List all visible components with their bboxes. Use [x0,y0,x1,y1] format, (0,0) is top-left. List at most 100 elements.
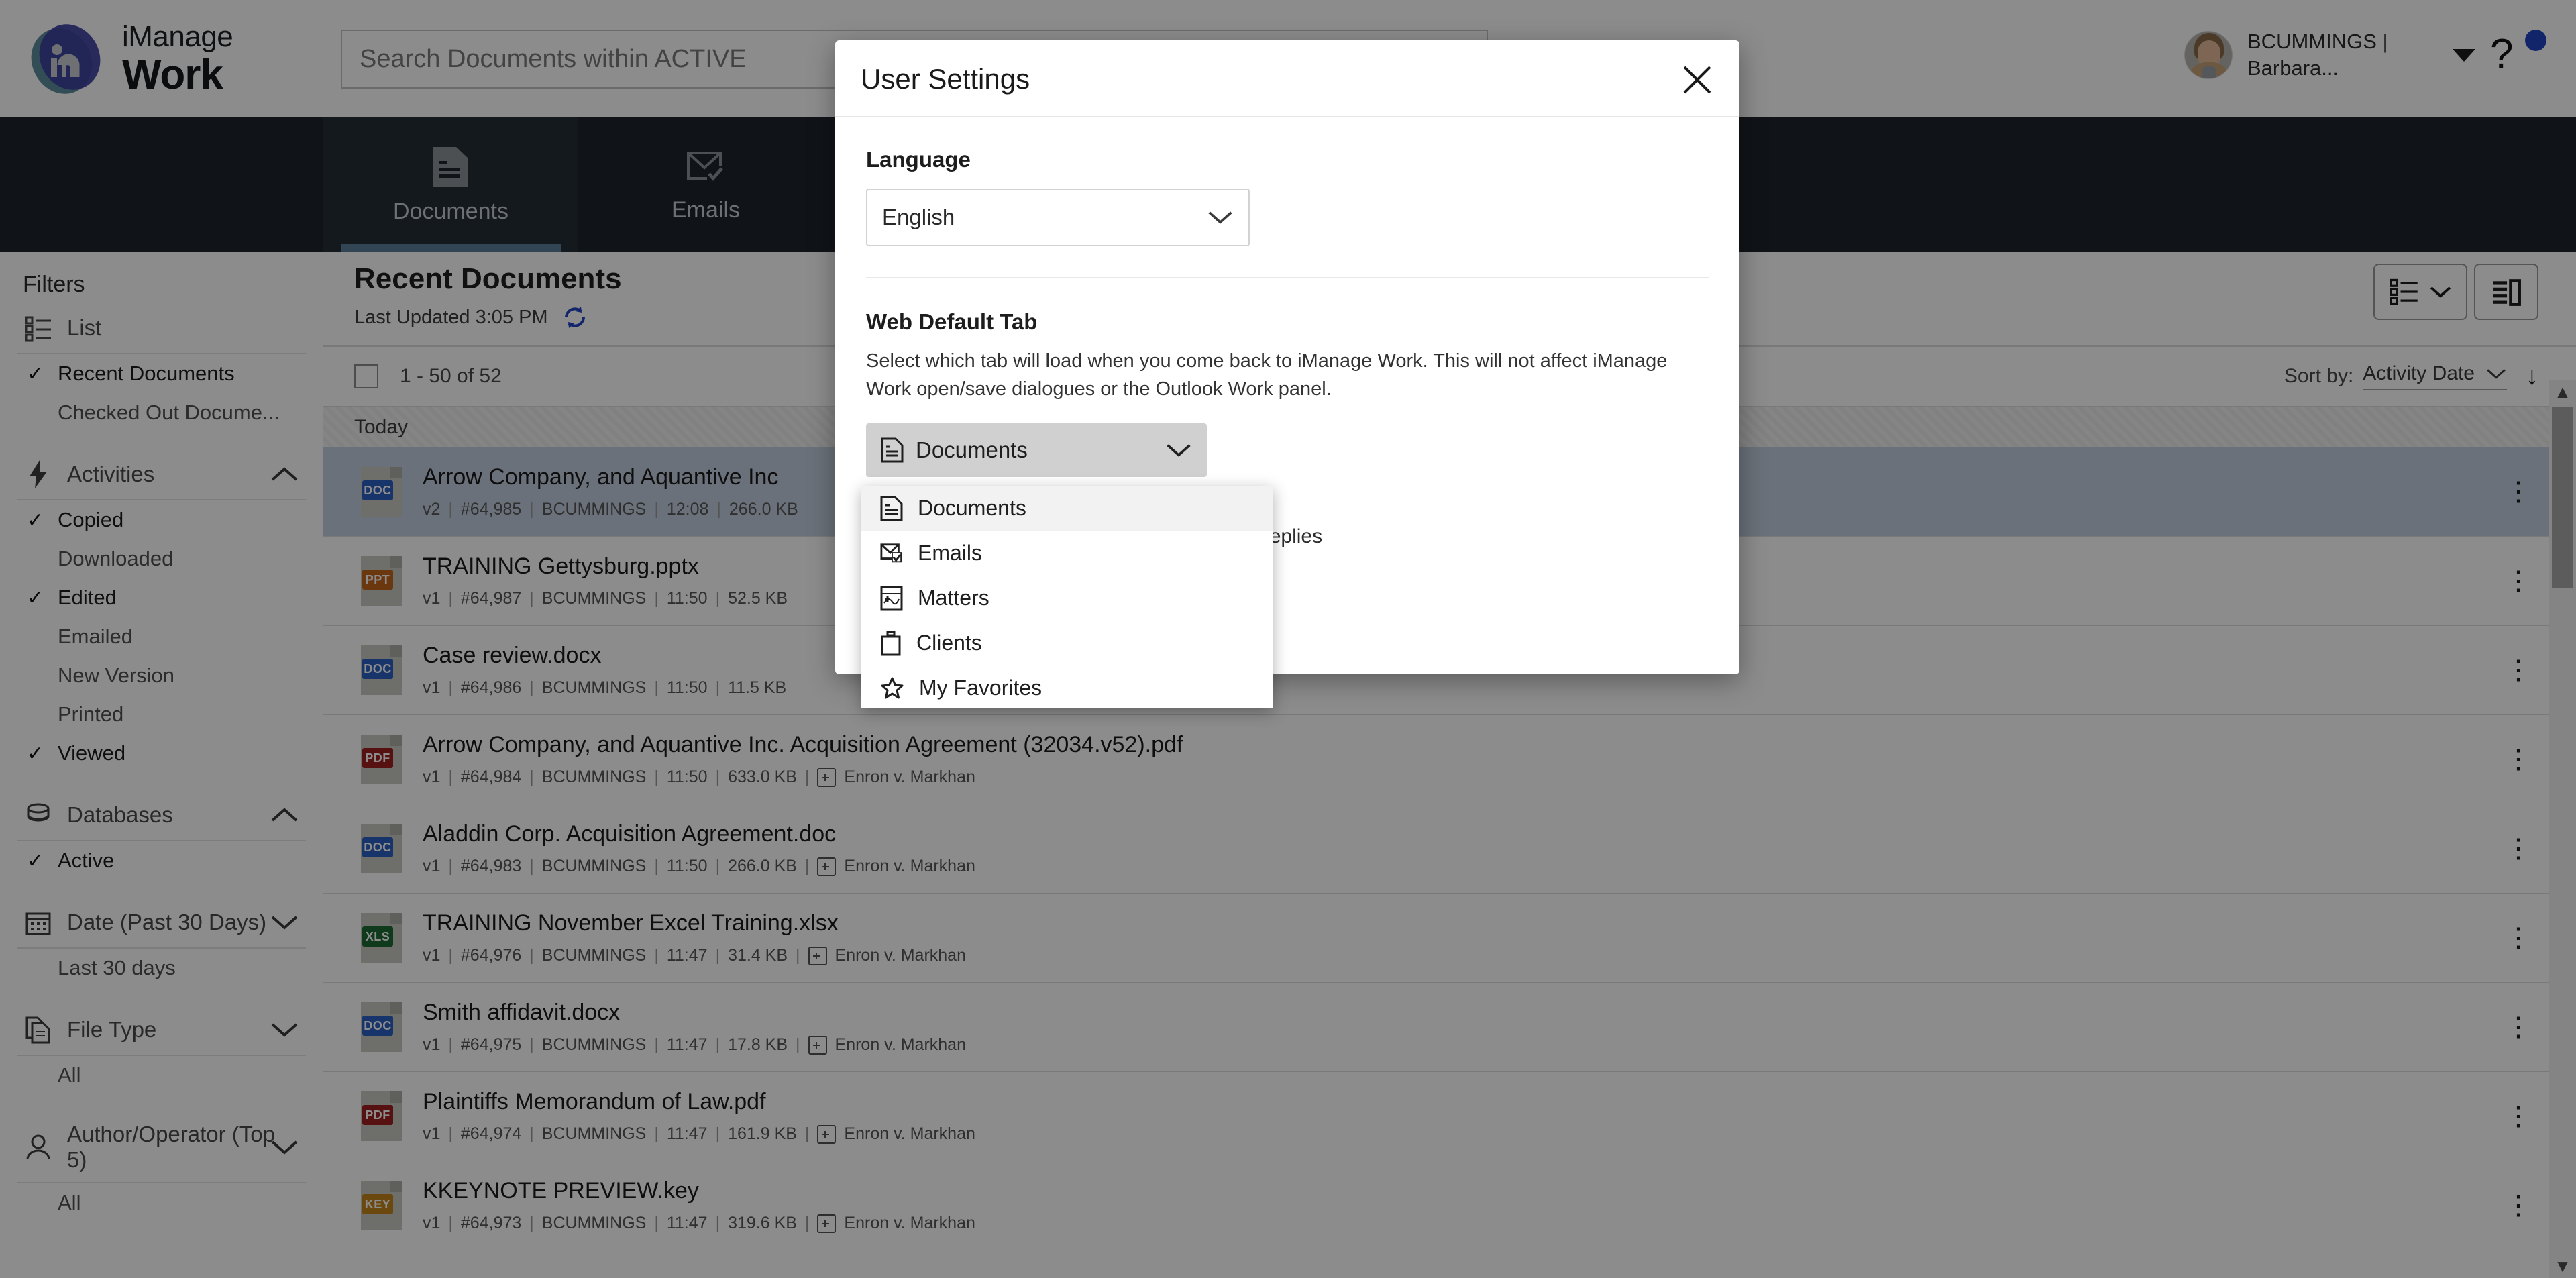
chevron-down-icon[interactable] [270,1138,299,1157]
table-row[interactable]: PDFPlaintiffs Memorandum of Law.pdfv1|#6… [323,1072,2576,1161]
row-actions-menu-icon[interactable]: ⋮ [2505,1103,2532,1130]
main-scrollbar[interactable]: ▲ ▼ [2549,380,2576,1278]
meta-field: BCUMMINGS [542,500,647,519]
chevron-up-icon[interactable] [270,465,299,484]
matter-name[interactable]: Enron v. Markhan [844,857,975,876]
row-actions-menu-icon[interactable]: ⋮ [2505,835,2532,862]
row-actions-menu-icon[interactable]: ⋮ [2505,568,2532,594]
meta-field: 266.0 KB [729,500,798,519]
sort-value-dropdown[interactable]: Activity Date [2363,362,2507,390]
filter-item-checked-out[interactable]: Checked Out Docume... [0,393,323,432]
filter-group-activities[interactable]: Activities [17,449,306,500]
filter-item-label: Copied [58,508,123,532]
matter-name[interactable]: Enron v. Markhan [835,1035,966,1055]
filter-group-file-type[interactable]: File Type [17,1005,306,1056]
web-default-tab-label: Web Default Tab [866,309,1709,335]
web-default-tab-select[interactable]: Documents [866,423,1207,477]
row-actions-menu-icon[interactable]: ⋮ [2505,657,2532,684]
filter-item-last-30-days[interactable]: Last 30 days [0,949,323,988]
scrollbar-thumb[interactable] [2552,407,2573,588]
meta-field: 11:50 [667,767,708,787]
table-row[interactable]: XLSTRAINING November Excel Training.xlsx… [323,894,2576,983]
panel-view-toggle[interactable] [2474,264,2538,320]
tab-emails[interactable]: Emails [578,117,833,252]
select-all-checkbox[interactable] [354,364,378,388]
refresh-icon[interactable] [561,304,588,331]
filter-group-date[interactable]: Date (Past 30 Days) [17,898,306,949]
dropdown-option-my-favorites[interactable]: My Favorites [861,665,1273,710]
document-name[interactable]: Arrow Company, and Aquantive Inc [423,464,798,490]
row-actions-menu-icon[interactable]: ⋮ [2505,924,2532,951]
document-name[interactable]: Plaintiffs Memorandum of Law.pdf [423,1089,975,1115]
filter-item-downloaded[interactable]: Downloaded [0,539,323,578]
chevron-down-icon [1165,441,1192,459]
file-type-icon: DOC [361,645,402,695]
close-icon[interactable] [1678,60,1717,99]
filter-item-edited[interactable]: ✓Edited [0,578,323,617]
row-actions-menu-icon[interactable]: ⋮ [2505,1192,2532,1219]
row-actions-menu-icon[interactable]: ⋮ [2505,1014,2532,1041]
filter-item-printed[interactable]: Printed [0,695,323,734]
matter-name[interactable]: Enron v. Markhan [844,1214,975,1233]
scroll-up-arrow[interactable]: ▲ [2549,380,2576,404]
user-avatar [2184,31,2233,79]
document-name[interactable]: Arrow Company, and Aquantive Inc. Acquis… [423,732,1183,758]
chevron-down-icon[interactable] [2453,49,2475,62]
view-toggle-group [2373,264,2538,320]
filter-item-viewed[interactable]: ✓Viewed [0,734,323,773]
scroll-down-arrow[interactable]: ▼ [2549,1254,2576,1278]
filter-group-databases[interactable]: Databases [17,790,306,841]
matter-name[interactable]: Enron v. Markhan [835,946,966,965]
list-view-dropdown[interactable] [2373,264,2467,320]
help-button[interactable]: ? [2490,28,2544,82]
filter-item-emailed[interactable]: Emailed [0,617,323,656]
meta-separator: | [805,767,810,787]
chevron-up-icon[interactable] [270,806,299,824]
brand-logo[interactable]: iManage Work [27,19,233,99]
meta-field: #64,986 [461,678,521,698]
document-name[interactable]: KKEYNOTE PREVIEW.key [423,1178,975,1204]
filter-group-list[interactable]: List [17,303,306,354]
filter-group-author[interactable]: Author/Operator (Top 5) [17,1112,306,1183]
check-icon: ✓ [27,849,58,873]
chevron-down-icon[interactable] [270,913,299,932]
meta-separator: | [529,767,534,787]
document-name[interactable]: Smith affidavit.docx [423,1000,966,1026]
matter-name[interactable]: Enron v. Markhan [844,1124,975,1144]
document-name[interactable]: TRAINING Gettysburg.pptx [423,553,788,580]
row-actions-menu-icon[interactable]: ⋮ [2505,478,2532,505]
file-type-badge: PPT [362,570,393,590]
language-select[interactable]: English [866,189,1250,246]
document-info: Aladdin Corp. Acquisition Agreement.docv… [423,821,975,876]
meta-separator: | [529,946,534,965]
row-actions-menu-icon[interactable]: ⋮ [2505,746,2532,773]
table-row[interactable]: KEYKKEYNOTE PREVIEW.keyv1|#64,973|BCUMMI… [323,1161,2576,1250]
chevron-down-icon[interactable] [270,1020,299,1039]
filter-item-new-version[interactable]: New Version [0,656,323,695]
dropdown-option-emails[interactable]: Emails [861,531,1273,576]
app-root: iManage Work BCUMMINGS | Barbara... [0,0,2576,1278]
dropdown-option-matters[interactable]: Matters [861,576,1273,621]
table-row[interactable]: DOCSmith affidavit.docxv1|#64,975|BCUMMI… [323,983,2576,1072]
filter-item-copied[interactable]: ✓Copied [0,500,323,539]
filter-item-file-type-all[interactable]: All [0,1056,323,1095]
arrow-down-icon[interactable]: ↓ [2526,364,2538,389]
meta-field: BCUMMINGS [542,589,647,608]
document-name[interactable]: Case review.docx [423,643,786,669]
document-name[interactable]: TRAINING November Excel Training.xlsx [423,910,966,937]
tab-documents[interactable]: Documents [323,117,578,252]
filter-item-recent-documents[interactable]: ✓ Recent Documents [0,354,323,393]
filter-item-active[interactable]: ✓Active [0,841,323,880]
dropdown-option-clients[interactable]: Clients [861,621,1273,665]
matter-name[interactable]: Enron v. Markhan [844,767,975,787]
user-menu[interactable]: BCUMMINGS | Barbara... [2184,28,2475,83]
dropdown-option-documents[interactable]: Documents [861,486,1273,531]
meta-separator: | [716,767,720,787]
meta-field: 633.0 KB [728,767,797,787]
web-default-tab-description: Select which tab will load when you come… [866,347,1698,403]
table-row[interactable]: PDFArrow Company, and Aquantive Inc. Acq… [323,715,2576,804]
document-name[interactable]: Aladdin Corp. Acquisition Agreement.doc [423,821,975,847]
file-type-badge: DOC [362,659,393,679]
filter-item-author-all[interactable]: All [0,1183,323,1222]
table-row[interactable]: DOCAladdin Corp. Acquisition Agreement.d… [323,804,2576,894]
